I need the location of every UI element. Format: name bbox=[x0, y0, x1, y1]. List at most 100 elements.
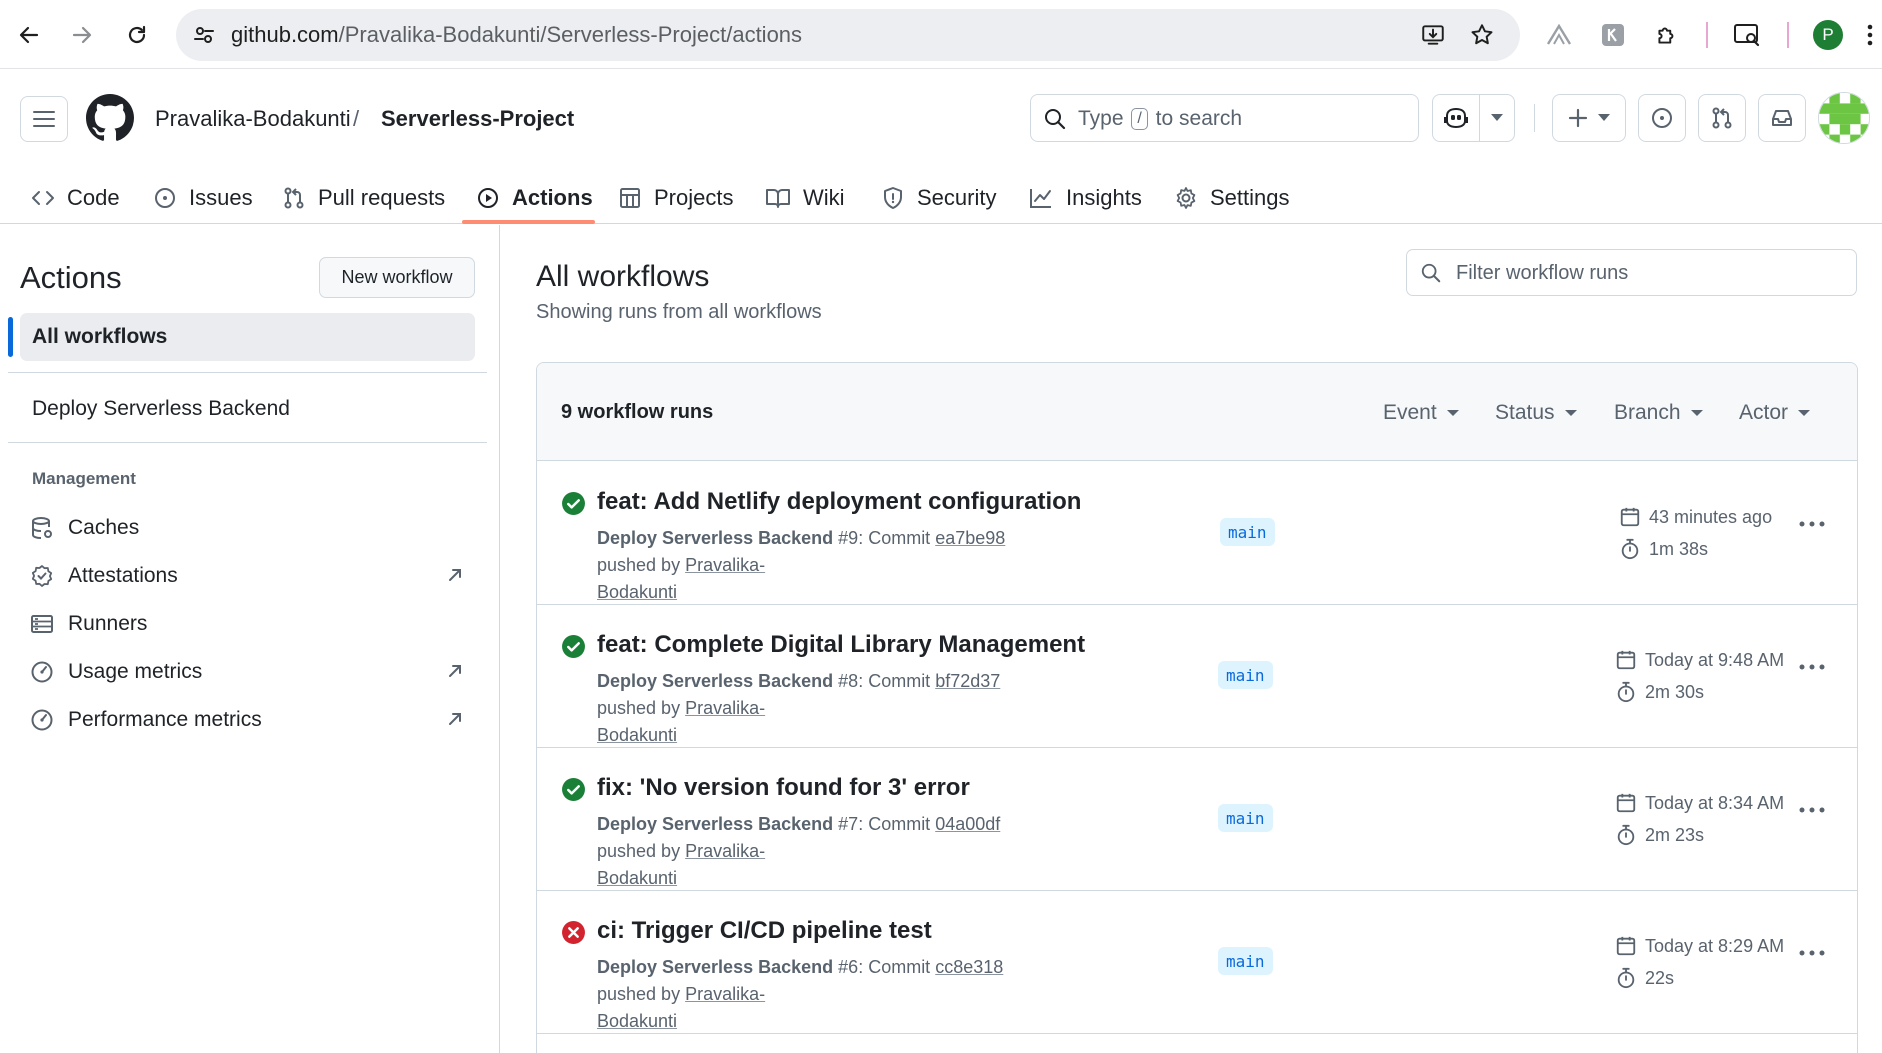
tab-pull-requests[interactable]: Pull requests bbox=[282, 173, 445, 223]
user-link[interactable]: Pravalika- bbox=[685, 841, 765, 861]
play-icon bbox=[478, 188, 498, 208]
workflow-run-row[interactable]: ci: Trigger CI/CD pipeline test Deploy S… bbox=[537, 891, 1857, 1035]
actor-filter-dropdown[interactable]: Actor bbox=[1739, 401, 1811, 425]
sidebar-item-caches[interactable]: Caches bbox=[30, 508, 470, 548]
breadcrumb-owner[interactable]: Pravalika-Bodakunti bbox=[155, 106, 351, 132]
sidebar-item-attestations[interactable]: Attestations bbox=[30, 556, 470, 596]
user-link[interactable]: Pravalika- bbox=[685, 698, 765, 718]
header-divider bbox=[1534, 104, 1535, 132]
user-link[interactable]: Bodakunti bbox=[597, 868, 677, 888]
run-timestamp: Today at 8:29 AM bbox=[1615, 935, 1784, 957]
kebab-menu-icon[interactable] bbox=[1799, 949, 1825, 957]
run-workflow-name: Deploy Serverless Backend bbox=[597, 957, 834, 977]
sidebar-item-workflow[interactable]: Deploy Serverless Backend bbox=[32, 397, 290, 421]
back-button[interactable] bbox=[11, 17, 47, 53]
inbox-button[interactable] bbox=[1758, 94, 1806, 142]
browser-profile-avatar[interactable]: P bbox=[1813, 20, 1843, 50]
issue-opened-icon bbox=[1652, 108, 1672, 128]
run-meta: Deploy Serverless Backend #6: Commit cc8… bbox=[597, 954, 1017, 1035]
commit-link[interactable]: 04a00df bbox=[935, 814, 1000, 834]
commit-link[interactable]: bf72d37 bbox=[935, 671, 1000, 691]
workflow-run-row[interactable]: feat: Complete Digital Library Managemen… bbox=[537, 605, 1857, 748]
extensions-puzzle-icon[interactable] bbox=[1651, 19, 1683, 51]
run-title[interactable]: ci: Trigger CI/CD pipeline test bbox=[597, 917, 932, 945]
url-text[interactable]: github.com/Pravalika-Bodakunti/Serverles… bbox=[231, 22, 802, 48]
tab-projects[interactable]: Projects bbox=[618, 173, 733, 223]
bookmark-star-icon[interactable] bbox=[1469, 22, 1495, 48]
tab-settings[interactable]: Settings bbox=[1174, 173, 1290, 223]
github-logo-icon[interactable] bbox=[86, 94, 134, 142]
meter-icon bbox=[31, 661, 53, 683]
commit-label: : Commit bbox=[858, 957, 931, 977]
pull-request-icon bbox=[1712, 107, 1732, 129]
issue-icon bbox=[155, 188, 175, 208]
address-bar[interactable]: github.com/Pravalika-Bodakunti/Serverles… bbox=[176, 9, 1520, 61]
user-link[interactable]: Pravalika- bbox=[685, 984, 765, 1004]
user-link[interactable]: Bodakunti bbox=[597, 582, 677, 602]
tab-actions[interactable]: Actions bbox=[476, 173, 593, 223]
triangle-down-icon bbox=[1564, 410, 1577, 416]
branch-filter-dropdown[interactable]: Branch bbox=[1614, 401, 1703, 425]
page-subtitle: Showing runs from all workflows bbox=[536, 301, 822, 323]
breadcrumb-repo[interactable]: Serverless-Project bbox=[381, 106, 574, 132]
workflow-run-row[interactable]: feat: Add Netlify deployment configurati… bbox=[537, 462, 1857, 605]
calendar-icon bbox=[1616, 793, 1636, 813]
calendar-icon bbox=[1616, 936, 1636, 956]
workflow-run-row[interactable]: fix: 'No version found for 3' error Depl… bbox=[537, 748, 1857, 891]
filter-label: Actor bbox=[1739, 401, 1789, 424]
branch-badge[interactable]: main bbox=[1218, 947, 1273, 975]
commit-link[interactable]: cc8e318 bbox=[935, 957, 1003, 977]
tab-code[interactable]: Code bbox=[31, 173, 120, 223]
run-title[interactable]: feat: Add Netlify deployment configurati… bbox=[597, 488, 1081, 516]
gear-icon bbox=[1176, 187, 1196, 209]
kebab-menu-icon[interactable] bbox=[1799, 520, 1825, 528]
forward-button[interactable] bbox=[64, 17, 100, 53]
table-icon bbox=[620, 188, 640, 208]
run-time-text: Today at 9:48 AM bbox=[1645, 649, 1785, 670]
menu-button[interactable] bbox=[20, 96, 68, 142]
tab-insights[interactable]: Insights bbox=[1028, 173, 1142, 223]
extension-a-icon[interactable] bbox=[1543, 19, 1575, 51]
run-number: #6 bbox=[838, 957, 859, 977]
sidebar-item-usage-metrics[interactable]: Usage metrics bbox=[30, 652, 470, 692]
run-title[interactable]: fix: 'No version found for 3' error bbox=[597, 774, 970, 802]
user-avatar[interactable] bbox=[1818, 92, 1870, 144]
kebab-menu-icon[interactable] bbox=[1799, 806, 1825, 814]
pull-requests-button[interactable] bbox=[1698, 94, 1746, 142]
extension-k-icon[interactable] bbox=[1597, 19, 1629, 51]
issues-button[interactable] bbox=[1638, 94, 1686, 142]
copilot-button[interactable] bbox=[1432, 94, 1480, 142]
copilot-dropdown-button[interactable] bbox=[1479, 94, 1515, 142]
branch-badge[interactable]: main bbox=[1218, 804, 1273, 832]
tab-search-icon[interactable] bbox=[1731, 19, 1763, 51]
global-search-input[interactable]: Type / to search bbox=[1030, 94, 1419, 142]
commit-link[interactable]: ea7be98 bbox=[935, 528, 1005, 548]
tab-label: Pull requests bbox=[318, 185, 446, 210]
sidebar-item-label: Runners bbox=[68, 612, 148, 635]
browser-menu-icon[interactable] bbox=[1860, 19, 1880, 51]
tab-wiki[interactable]: Wiki bbox=[765, 173, 845, 223]
user-link[interactable]: Bodakunti bbox=[597, 725, 677, 745]
filter-placeholder: Filter workflow runs bbox=[1456, 262, 1629, 284]
install-app-icon[interactable] bbox=[1420, 22, 1446, 48]
user-link[interactable]: Pravalika- bbox=[685, 555, 765, 575]
reload-button[interactable] bbox=[119, 17, 155, 53]
sidebar-item-label: Attestations bbox=[68, 564, 178, 587]
sidebar-item-runners[interactable]: Runners bbox=[30, 604, 470, 644]
database-icon bbox=[32, 517, 52, 539]
status-filter-dropdown[interactable]: Status bbox=[1495, 401, 1577, 425]
site-settings-icon[interactable] bbox=[192, 23, 216, 47]
sidebar-item-performance-metrics[interactable]: Performance metrics bbox=[30, 700, 470, 740]
event-filter-dropdown[interactable]: Event bbox=[1383, 401, 1459, 425]
tab-security[interactable]: Security bbox=[881, 173, 996, 223]
branch-badge[interactable]: main bbox=[1220, 518, 1275, 546]
branch-badge[interactable]: main bbox=[1218, 661, 1273, 689]
run-title[interactable]: feat: Complete Digital Library Managemen… bbox=[597, 631, 1085, 659]
user-link[interactable]: Bodakunti bbox=[597, 1011, 677, 1031]
new-workflow-button[interactable]: New workflow bbox=[319, 257, 475, 298]
tab-issues[interactable]: Issues bbox=[153, 173, 253, 223]
kebab-menu-icon[interactable] bbox=[1799, 663, 1825, 671]
create-new-button[interactable] bbox=[1552, 94, 1626, 142]
plus-icon bbox=[1568, 108, 1588, 128]
filter-runs-input[interactable]: Filter workflow runs bbox=[1406, 249, 1857, 296]
